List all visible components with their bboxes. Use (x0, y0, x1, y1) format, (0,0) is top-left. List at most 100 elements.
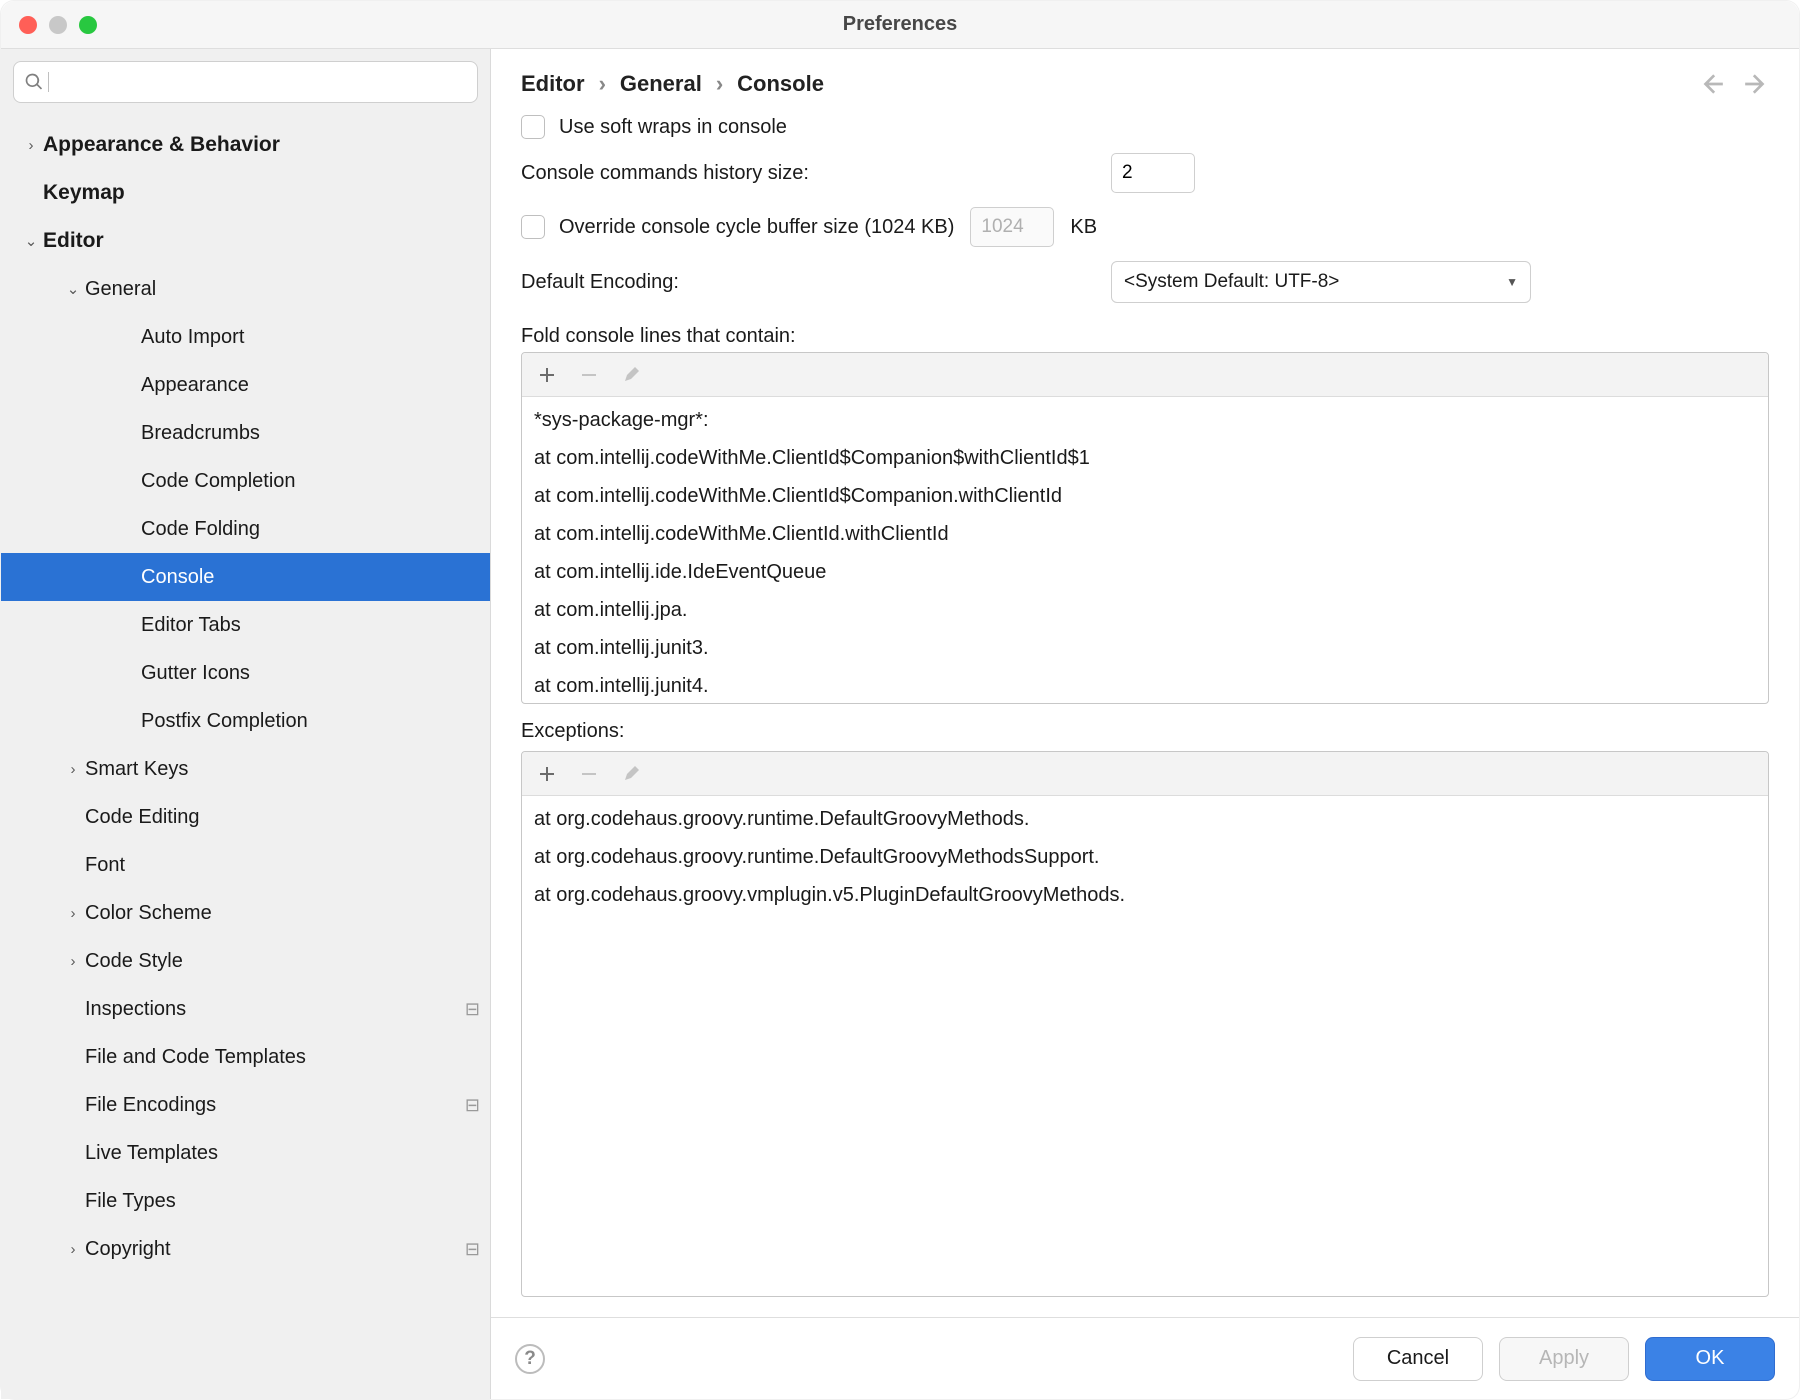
soft-wraps-row: Use soft wraps in console (521, 115, 1769, 139)
sidebar-item-auto-import[interactable]: Auto Import (1, 313, 490, 361)
sidebar-item-copyright[interactable]: ›Copyright⊟ (1, 1225, 490, 1273)
sidebar-item-label: Code Completion (141, 470, 480, 493)
nav-arrows (1699, 71, 1769, 97)
list-item[interactable]: at com.intellij.junit3. (534, 629, 1756, 667)
sidebar-item-label: Editor Tabs (141, 614, 480, 637)
override-buffer-input (970, 207, 1054, 247)
history-size-input[interactable] (1111, 153, 1195, 193)
back-icon[interactable] (1699, 71, 1725, 97)
project-scope-icon: ⊟ (465, 999, 480, 1020)
fold-section-label: Fold console lines that contain: (521, 325, 1769, 348)
close-window-button[interactable] (19, 16, 37, 34)
ok-button[interactable]: OK (1645, 1337, 1775, 1381)
sidebar-item-code-completion[interactable]: Code Completion (1, 457, 490, 505)
content: Use soft wraps in console Console comman… (491, 115, 1799, 1317)
sidebar-item-live-templates[interactable]: Live Templates (1, 1129, 490, 1177)
edit-icon[interactable] (620, 364, 642, 386)
list-item[interactable]: at com.intellij.codeWithMe.ClientId.with… (534, 515, 1756, 553)
sidebar-item-file-and-code-templates[interactable]: File and Code Templates (1, 1033, 490, 1081)
soft-wraps-label: Use soft wraps in console (559, 116, 787, 139)
list-item[interactable]: *sys-package-mgr*: (534, 401, 1756, 439)
settings-tree[interactable]: ›Appearance & BehaviorKeymap⌄Editor⌄Gene… (1, 115, 490, 1399)
sidebar-item-file-encodings[interactable]: File Encodings⊟ (1, 1081, 490, 1129)
crumb-editor[interactable]: Editor (521, 71, 585, 97)
sidebar-item-console[interactable]: Console (1, 553, 490, 601)
sidebar-item-label: Color Scheme (85, 902, 480, 925)
sidebar-item-label: File Types (85, 1190, 480, 1213)
encoding-select[interactable]: <System Default: UTF-8> ▼ (1111, 261, 1531, 303)
sidebar-item-label: Appearance & Behavior (43, 133, 480, 157)
sidebar-item-appearance[interactable]: Appearance (1, 361, 490, 409)
sidebar-item-code-style[interactable]: ›Code Style (1, 937, 490, 985)
sidebar-item-label: General (85, 278, 480, 301)
sidebar-item-appearance-behavior[interactable]: ›Appearance & Behavior (1, 121, 490, 169)
sidebar-item-keymap[interactable]: Keymap (1, 169, 490, 217)
encoding-label: Default Encoding: (521, 271, 1111, 294)
chevron-icon: › (61, 1241, 85, 1258)
sidebar-item-postfix-completion[interactable]: Postfix Completion (1, 697, 490, 745)
sidebar-item-editor-tabs[interactable]: Editor Tabs (1, 601, 490, 649)
override-row: Override console cycle buffer size (1024… (521, 207, 1769, 247)
sidebar-item-editor[interactable]: ⌄Editor (1, 217, 490, 265)
sidebar-item-color-scheme[interactable]: ›Color Scheme (1, 889, 490, 937)
sidebar-item-label: Keymap (43, 181, 480, 205)
chevron-icon: ⌄ (19, 232, 43, 250)
list-item[interactable]: at org.codehaus.groovy.runtime.DefaultGr… (534, 838, 1756, 876)
minimize-window-button[interactable] (49, 16, 67, 34)
exceptions-toolbar (522, 752, 1768, 796)
sidebar-item-label: Gutter Icons (141, 662, 480, 685)
edit-icon[interactable] (620, 763, 642, 785)
chevron-icon: › (61, 761, 85, 778)
chevron-icon: › (61, 953, 85, 970)
sidebar-item-font[interactable]: Font (1, 841, 490, 889)
remove-icon[interactable] (578, 763, 600, 785)
list-item[interactable]: at com.intellij.codeWithMe.ClientId$Comp… (534, 477, 1756, 515)
remove-icon[interactable] (578, 364, 600, 386)
list-item[interactable]: at com.intellij.codeWithMe.ClientId$Comp… (534, 439, 1756, 477)
zoom-window-button[interactable] (79, 16, 97, 34)
main-panel: Editor › General › Console Use soft wrap… (491, 49, 1799, 1399)
exceptions-items[interactable]: at org.codehaus.groovy.runtime.DefaultGr… (522, 796, 1768, 1296)
list-item[interactable]: at com.intellij.ide.IdeEventQueue (534, 553, 1756, 591)
sidebar-item-smart-keys[interactable]: ›Smart Keys (1, 745, 490, 793)
sidebar-item-label: Live Templates (85, 1142, 480, 1165)
exceptions-section-label: Exceptions: (521, 720, 1769, 743)
fold-items[interactable]: *sys-package-mgr*:at com.intellij.codeWi… (522, 397, 1768, 703)
sidebar-item-breadcrumbs[interactable]: Breadcrumbs (1, 409, 490, 457)
sidebar-item-inspections[interactable]: Inspections⊟ (1, 985, 490, 1033)
sidebar-item-label: File Encodings (85, 1094, 465, 1117)
override-label: Override console cycle buffer size (1024… (559, 216, 954, 239)
list-item[interactable]: at com.intellij.junit4. (534, 667, 1756, 703)
crumb-console[interactable]: Console (737, 71, 824, 97)
history-label: Console commands history size: (521, 162, 1111, 185)
crumb-general[interactable]: General (620, 71, 702, 97)
search-wrap (1, 49, 490, 115)
soft-wraps-checkbox[interactable] (521, 115, 545, 139)
search-separator (48, 72, 49, 92)
sidebar-item-label: Copyright (85, 1238, 465, 1261)
add-icon[interactable] (536, 364, 558, 386)
list-item[interactable]: at com.intellij.jpa. (534, 591, 1756, 629)
sidebar-item-label: Font (85, 854, 480, 877)
sidebar-item-code-folding[interactable]: Code Folding (1, 505, 490, 553)
project-scope-icon: ⊟ (465, 1095, 480, 1116)
sidebar-item-general[interactable]: ⌄General (1, 265, 490, 313)
override-buffer-checkbox[interactable] (521, 215, 545, 239)
help-button[interactable]: ? (515, 1344, 545, 1374)
sidebar-item-label: Appearance (141, 374, 480, 397)
apply-button[interactable]: Apply (1499, 1337, 1629, 1381)
list-item[interactable]: at org.codehaus.groovy.vmplugin.v5.Plugi… (534, 876, 1756, 914)
sidebar-item-label: Code Folding (141, 518, 480, 541)
sidebar-item-file-types[interactable]: File Types (1, 1177, 490, 1225)
preferences-window: Preferences ›Appearance & BehaviorKeymap… (0, 0, 1800, 1400)
search-input[interactable] (13, 61, 478, 103)
sidebar-item-code-editing[interactable]: Code Editing (1, 793, 490, 841)
sidebar-item-label: Smart Keys (85, 758, 480, 781)
body: ›Appearance & BehaviorKeymap⌄Editor⌄Gene… (1, 49, 1799, 1399)
list-item[interactable]: at org.codehaus.groovy.runtime.DefaultGr… (534, 800, 1756, 838)
add-icon[interactable] (536, 763, 558, 785)
cancel-button[interactable]: Cancel (1353, 1337, 1483, 1381)
forward-icon[interactable] (1743, 71, 1769, 97)
chevron-icon: › (61, 905, 85, 922)
sidebar-item-gutter-icons[interactable]: Gutter Icons (1, 649, 490, 697)
